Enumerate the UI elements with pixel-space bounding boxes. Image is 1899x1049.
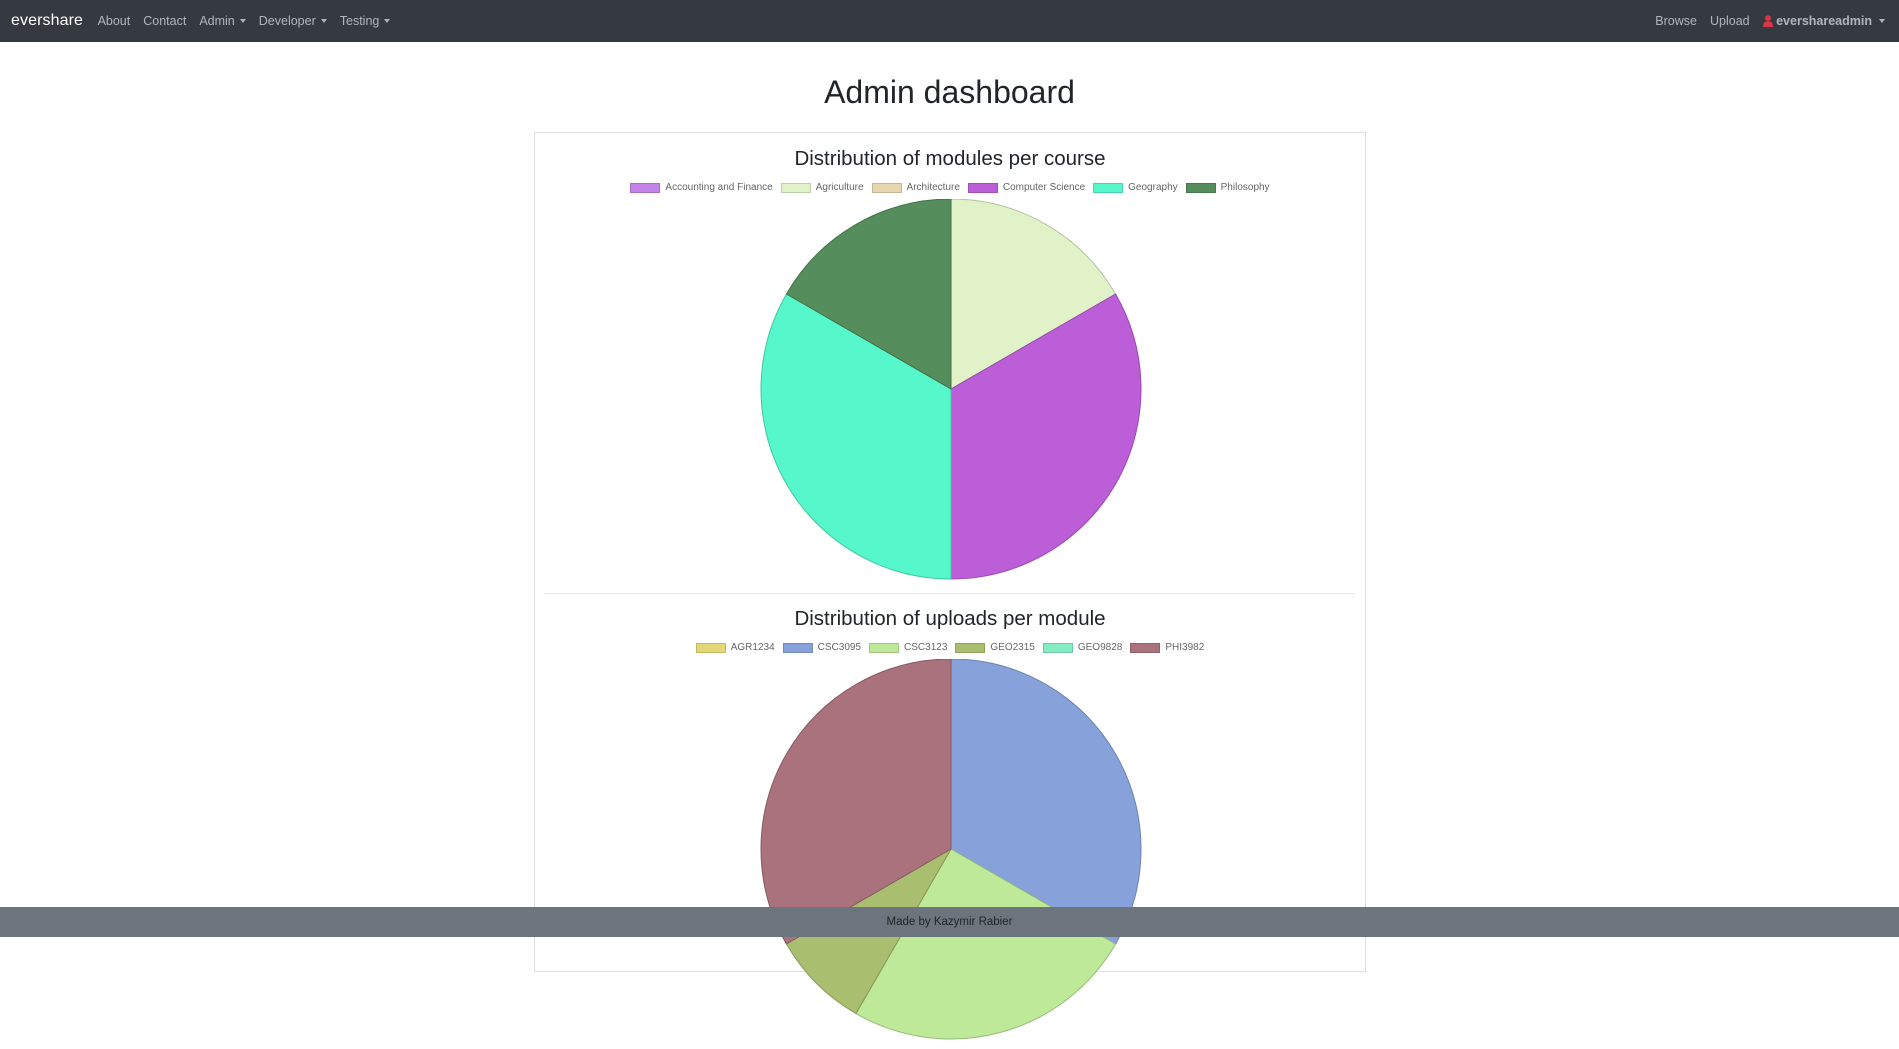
chart-legend: Accounting and Finance Agriculture Archite… (535, 182, 1365, 193)
legend-item[interactable]: Geography (1093, 182, 1178, 193)
legend-item[interactable]: Philosophy (1185, 182, 1270, 193)
user-menu-dropdown[interactable]: evershareadmin (1756, 14, 1885, 28)
legend-item[interactable]: GEO2315 (955, 642, 1035, 653)
nav-link-about[interactable]: About (91, 14, 137, 28)
legend-swatch (871, 182, 902, 193)
legend-item[interactable]: Architecture (871, 182, 960, 193)
legend-item[interactable]: CSC3123 (869, 642, 947, 653)
legend-swatch (955, 642, 986, 653)
nav-right-menu: Browse Upload evershareadmin (1649, 14, 1885, 28)
legend-label: Geography (1128, 182, 1178, 193)
legend-label: CSC3095 (817, 642, 862, 653)
chart-title: Distribution of modules per course (794, 147, 1106, 170)
chart-title: Distribution of uploads per module (794, 607, 1106, 630)
legend-label: Agriculture (815, 182, 864, 193)
legend-label: PHI3982 (1165, 642, 1205, 653)
dashboard-card: Distribution of modules per course Accou… (534, 132, 1366, 1040)
legend-swatch (869, 642, 900, 653)
brand-logo[interactable]: evershare (11, 12, 83, 30)
modules-per-course-chart: Distribution of modules per course Accou… (535, 133, 1365, 593)
footer: Made by Kazymir Rabier (0, 907, 1899, 937)
legend-label: CSC3123 (904, 642, 948, 653)
nav-left-menu: About Contact Admin Developer Testing (91, 14, 397, 28)
legend-swatch (1093, 182, 1124, 193)
user-icon (1763, 15, 1774, 27)
legend-swatch (782, 642, 813, 653)
nav-dropdown-testing[interactable]: Testing (333, 14, 397, 28)
chart-legend: AGR1234 CSC3095 CSC3123 GEO2315 GEO9828 PHI39… (535, 642, 1365, 653)
page-title: Admin dashboard (824, 74, 1075, 110)
legend-swatch (695, 642, 726, 653)
legend-label: GEO9828 (1077, 642, 1123, 653)
user-name: evershareadmin (1776, 14, 1872, 28)
nav-link-browse[interactable]: Browse (1649, 14, 1704, 28)
navbar: evershare About Contact Admin Developer … (0, 0, 1899, 42)
legend-item[interactable]: Accounting and Finance (630, 182, 773, 193)
nav-dropdown-admin[interactable]: Admin (193, 14, 252, 28)
legend-swatch (1042, 642, 1073, 653)
legend-item[interactable]: Agriculture (780, 182, 864, 193)
caret-down-icon (384, 19, 391, 23)
pie-chart (760, 659, 1142, 1040)
legend-item[interactable]: CSC3095 (782, 642, 862, 653)
caret-down-icon (1879, 19, 1885, 23)
pie-chart (760, 199, 1142, 580)
legend-item[interactable]: Computer Science (967, 182, 1086, 193)
footer-credit: Made by Kazymir Rabier (886, 916, 1013, 928)
legend-label: Computer Science (1002, 182, 1086, 193)
caret-down-icon (320, 19, 327, 23)
legend-item[interactable]: GEO9828 (1042, 642, 1123, 653)
legend-swatch (780, 182, 811, 193)
legend-swatch (1130, 642, 1161, 653)
legend-item[interactable]: PHI3982 (1130, 642, 1204, 653)
legend-label: GEO2315 (990, 642, 1035, 653)
legend-swatch (630, 182, 661, 193)
legend-item[interactable]: AGR1234 (695, 642, 775, 653)
nav-link-contact[interactable]: Contact (137, 14, 193, 28)
legend-swatch (967, 182, 998, 193)
caret-down-icon (239, 19, 246, 23)
legend-label: AGR1234 (730, 642, 775, 653)
nav-dropdown-developer[interactable]: Developer (252, 14, 333, 28)
legend-label: Architecture (906, 182, 960, 193)
legend-swatch (1185, 182, 1216, 193)
legend-label: Philosophy (1220, 182, 1270, 193)
nav-link-upload[interactable]: Upload (1703, 14, 1756, 28)
legend-label: Accounting and Finance (665, 182, 773, 193)
